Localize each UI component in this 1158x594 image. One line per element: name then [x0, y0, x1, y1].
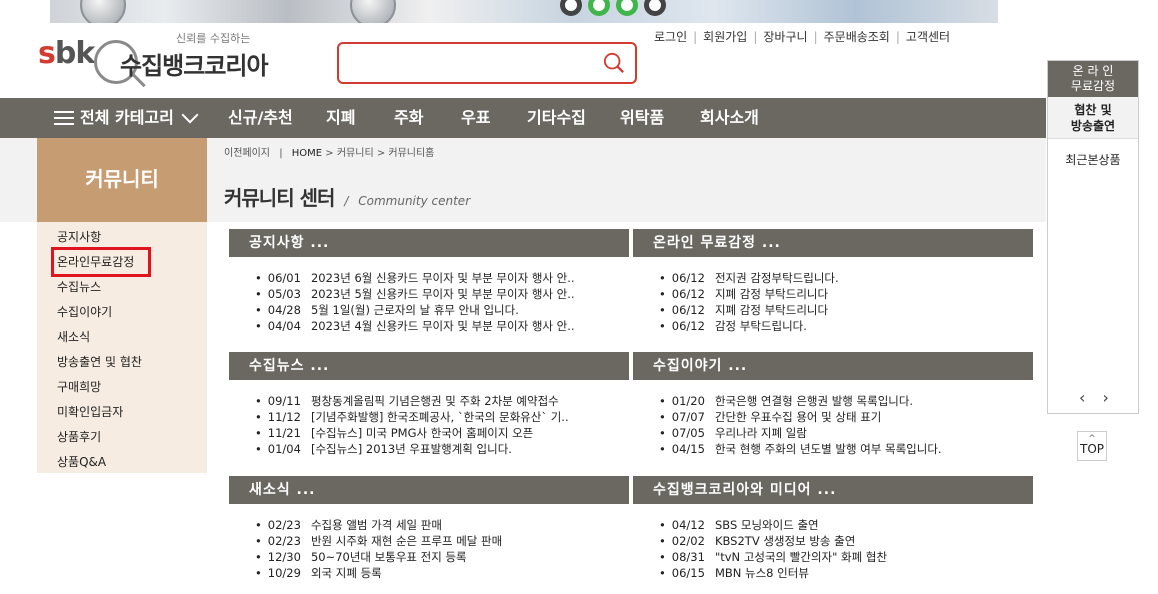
box-title[interactable]: 수집뉴스 ...	[229, 352, 629, 380]
page-subtitle: Community center	[358, 194, 471, 208]
sidebar-item-notice[interactable]: 공지사항	[57, 228, 101, 245]
banner-image[interactable]	[50, 0, 998, 23]
recent-pager: ‹ ›	[1048, 388, 1140, 407]
breadcrumb-path: > 커뮤니티 > 커뮤니티홈	[325, 148, 435, 159]
nav-item-company[interactable]: 회사소개	[700, 98, 759, 138]
order-tracking-link[interactable]: 주문배송조회	[824, 30, 890, 44]
ring-icon	[644, 0, 666, 16]
sidebar-item-wanted[interactable]: 구매희망	[57, 378, 101, 395]
free-appraisal-quick-button[interactable]: 온 라 인 무료감정	[1048, 61, 1138, 97]
right-quick-menu: 온 라 인 무료감정 협찬 및 방송출연 최근본상품 ‹ ›	[1047, 60, 1139, 414]
list-item[interactable]: 02/02KBS2TV 생생정보 방송 출연	[659, 533, 1031, 549]
all-categories-label: 전체 카테고리	[80, 108, 174, 127]
breadcrumb: 이전페이지 | HOME > 커뮤니티 > 커뮤니티홈	[224, 148, 435, 159]
sidebar-menu: 공지사항 온라인무료감정 수집뉴스 수집이야기 새소식 방송출연 및 협찬 구매…	[37, 222, 207, 473]
sidebar-item-reviews[interactable]: 상품후기	[57, 428, 101, 445]
logo-site-name: 수집뱅크코리아	[120, 52, 269, 80]
list-item[interactable]: 06/12지폐 감정 부탁드리니다	[659, 286, 1031, 302]
list-item[interactable]: 06/012023년 6월 신용카드 무이자 및 부분 무이자 행사 안..	[255, 270, 627, 286]
customer-center-link[interactable]: 고객센터	[906, 30, 950, 44]
box-title[interactable]: 수집이야기 ...	[633, 352, 1033, 380]
breadcrumb-home[interactable]: HOME	[292, 148, 322, 159]
media-box: 수집뱅크코리아와 미디어 ... 04/12SBS 모닝와이드 출연 02/02…	[633, 476, 1033, 581]
recent-products-label: 최근본상품	[1065, 153, 1121, 167]
updates-box: 새소식 ... 02/23수집용 앨범 가격 세일 판매 02/23반원 시주화…	[229, 476, 629, 581]
ring-icon	[588, 0, 610, 16]
list-item[interactable]: 04/285월 1일(월) 근로자의 날 휴무 안내 입니다.	[255, 302, 627, 318]
list-item[interactable]: 04/12SBS 모닝와이드 출연	[659, 517, 1031, 533]
search-box	[337, 42, 637, 84]
list-item[interactable]: 05/032023년 5월 신용카드 무이자 및 부분 무이자 행사 안..	[255, 286, 627, 302]
list-item[interactable]: 11/12[기념주화발행] 한국조폐공사, `한국의 문화유산` 기..	[255, 409, 627, 425]
list-item[interactable]: 06/12전지권 감정부탁드립니다.	[659, 270, 1031, 286]
site-logo[interactable]: sbk 신뢰를 수집하는 수집뱅크코리아	[38, 30, 298, 90]
top-banner[interactable]	[0, 0, 1158, 23]
list-item[interactable]: 08/31"tvN 고성국의 빨간의자" 화폐 협찬	[659, 549, 1031, 565]
list-item[interactable]: 04/15한국 현행 주화의 년도별 발행 여부 목록입니다.	[659, 441, 1031, 457]
notice-box: 공지사항 ... 06/012023년 6월 신용카드 무이자 및 부분 무이자…	[229, 229, 629, 334]
list-item[interactable]: 10/29외국 지폐 등록	[255, 565, 627, 581]
box-title[interactable]: 수집뱅크코리아와 미디어 ...	[633, 476, 1033, 504]
coin-image	[350, 0, 396, 23]
sidebar-item-updates[interactable]: 새소식	[57, 328, 90, 345]
login-link[interactable]: 로그인	[654, 30, 687, 44]
cart-link[interactable]: 장바구니	[763, 30, 807, 44]
list-item[interactable]: 01/04[수집뉴스] 2013년 우표발행계획 입니다.	[255, 441, 627, 457]
list-item[interactable]: 12/3050~70년대 보통우표 전지 등록	[255, 549, 627, 565]
page-title: 커뮤니티 센터 / Community center	[224, 186, 471, 210]
list-item[interactable]: 06/12감정 부탁드립니다.	[659, 318, 1031, 334]
news-box: 수집뉴스 ... 09/11평창동계올림픽 기념은행권 및 주화 2차분 예약접…	[229, 352, 629, 457]
signup-link[interactable]: 회원가입	[703, 30, 747, 44]
nav-item-banknotes[interactable]: 지폐	[326, 98, 355, 138]
sidebar-item-stories[interactable]: 수집이야기	[57, 303, 112, 320]
nav-item-coins[interactable]: 주화	[394, 98, 423, 138]
logo-mark: sbk	[38, 36, 95, 71]
search-input[interactable]	[347, 45, 587, 81]
all-categories-button[interactable]: 전체 카테고리	[54, 98, 199, 138]
list-item[interactable]: 02/23수집용 앨범 가격 세일 판매	[255, 517, 627, 533]
sidebar-title: 커뮤니티	[37, 138, 207, 222]
hamburger-icon	[54, 110, 74, 126]
box-title[interactable]: 공지사항 ...	[229, 229, 629, 257]
ring-icon	[560, 0, 582, 16]
nav-item-other[interactable]: 기타수집	[527, 98, 586, 138]
nav-item-stamps[interactable]: 우표	[461, 98, 490, 138]
coin-image	[80, 0, 126, 23]
stories-box: 수집이야기 ... 01/20한국은행 연결형 은행권 발행 목록입니다. 07…	[633, 352, 1033, 457]
list-item[interactable]: 01/20한국은행 연결형 은행권 발행 목록입니다.	[659, 393, 1031, 409]
free-appraisal-box: 온라인 무료감정 ... 06/12전지권 감정부탁드립니다. 06/12지폐 …	[633, 229, 1033, 334]
sidebar-item-qna[interactable]: 상품Q&A	[57, 453, 106, 470]
search-icon[interactable]	[603, 52, 625, 74]
box-title[interactable]: 새소식 ...	[229, 476, 629, 504]
list-item[interactable]: 02/23반원 시주화 재현 순은 프루프 메달 판매	[255, 533, 627, 549]
sponsor-quick-button[interactable]: 협찬 및 방송출연	[1048, 97, 1138, 139]
chevron-down-icon	[181, 106, 199, 124]
nav-item-consignment[interactable]: 위탁품	[620, 98, 664, 138]
sidebar-item-news[interactable]: 수집뉴스	[57, 278, 101, 295]
prev-page-link[interactable]: 이전페이지	[224, 148, 270, 159]
scroll-top-button[interactable]: ^ TOP	[1077, 431, 1107, 461]
list-item[interactable]: 06/12지폐 감정 부탁드리니다	[659, 302, 1031, 318]
utility-links: 로그인 | 회원가입 | 장바구니 | 주문배송조회 | 고객센터	[654, 30, 951, 44]
sidebar-item-free-appraisal[interactable]: 온라인무료감정	[57, 253, 134, 270]
list-item[interactable]: 06/15MBN 뉴스8 인터뷰	[659, 565, 1031, 581]
logo-tagline: 신뢰를 수집하는	[176, 32, 251, 45]
chevron-right-icon[interactable]: ›	[1103, 388, 1109, 407]
nav-item-new[interactable]: 신규/추천	[228, 98, 293, 138]
list-item[interactable]: 09/11평창동계올림픽 기념은행권 및 주화 2차분 예약접수	[255, 393, 627, 409]
chevron-left-icon[interactable]: ‹	[1079, 388, 1085, 407]
list-item[interactable]: 04/042023년 4월 신용카드 무이자 및 부분 무이자 행사 안..	[255, 318, 627, 334]
list-item[interactable]: 11/21[수집뉴스] 미국 PMG사 한국어 홈페이지 오픈	[255, 425, 627, 441]
box-title[interactable]: 온라인 무료감정 ...	[633, 229, 1033, 257]
list-item[interactable]: 07/05우리나라 지폐 일람	[659, 425, 1031, 441]
main-nav: 전체 카테고리 신규/추천 지폐 주화 우표 기타수집 위탁품 회사소개	[0, 98, 1046, 138]
sidebar-item-media[interactable]: 방송출연 및 협찬	[57, 353, 142, 370]
list-item[interactable]: 07/07간단한 우표수집 용어 및 상태 표기	[659, 409, 1031, 425]
ring-icon	[616, 0, 638, 16]
sidebar-item-unconfirmed-deposit[interactable]: 미확인입금자	[57, 403, 123, 420]
